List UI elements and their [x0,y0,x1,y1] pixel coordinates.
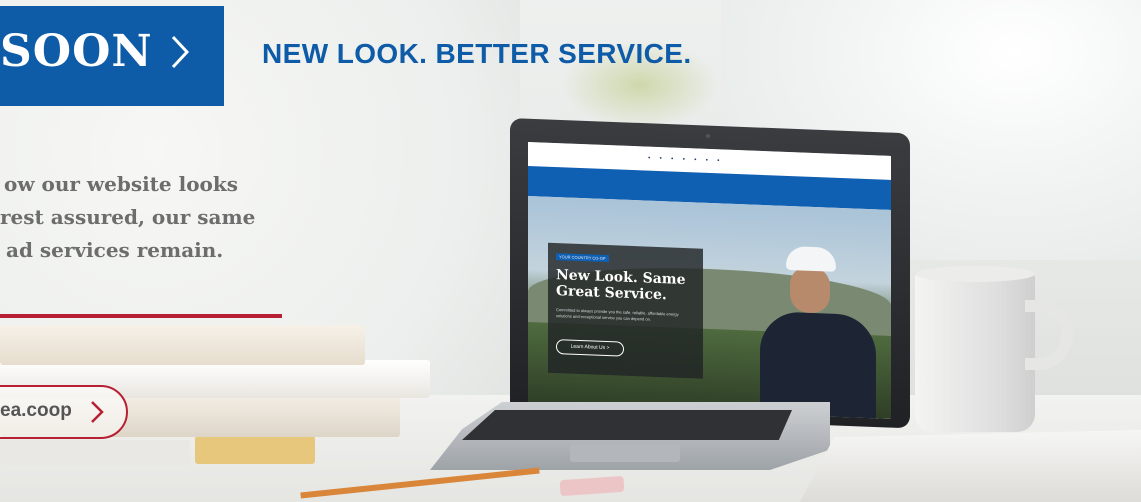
coming-soon-text: SOON [0,26,153,77]
intro-line-2: rest assured, our same [0,205,256,229]
divider-rule [0,314,282,318]
laptop-keyboard [462,410,792,440]
hero-banner: ● ● ● ● ● ● ● YOUR COUNTRY CO-OP New Loo… [0,0,1141,502]
laptop-camera [706,134,710,138]
book [0,440,190,466]
coffee-mug [915,272,1035,432]
intro-text: ow our website looks rest assured, our s… [0,168,380,267]
book [0,325,365,365]
laptop-trackpad [570,444,680,462]
headline: NEW LOOK. BETTER SERVICE. [262,38,692,69]
screen-person-face [790,266,830,314]
website-link-text[interactable]: ea.coop [0,400,72,422]
intro-line-1: ow our website looks [4,172,239,196]
papers [800,430,1141,502]
screen-learn-button: Learn About Us > [556,339,624,357]
laptop-screen: ● ● ● ● ● ● ● YOUR COUNTRY CO-OP New Loo… [528,142,891,419]
coffee-mug-rim [915,266,1035,282]
chevron-right-icon [171,35,190,69]
coffee-mug-handle [1025,300,1073,370]
book [195,436,315,464]
chevron-right-icon [91,401,104,423]
screen-title: New Look. Same Great Service. [556,267,686,304]
intro-line-3: ad services remain. [6,238,224,262]
